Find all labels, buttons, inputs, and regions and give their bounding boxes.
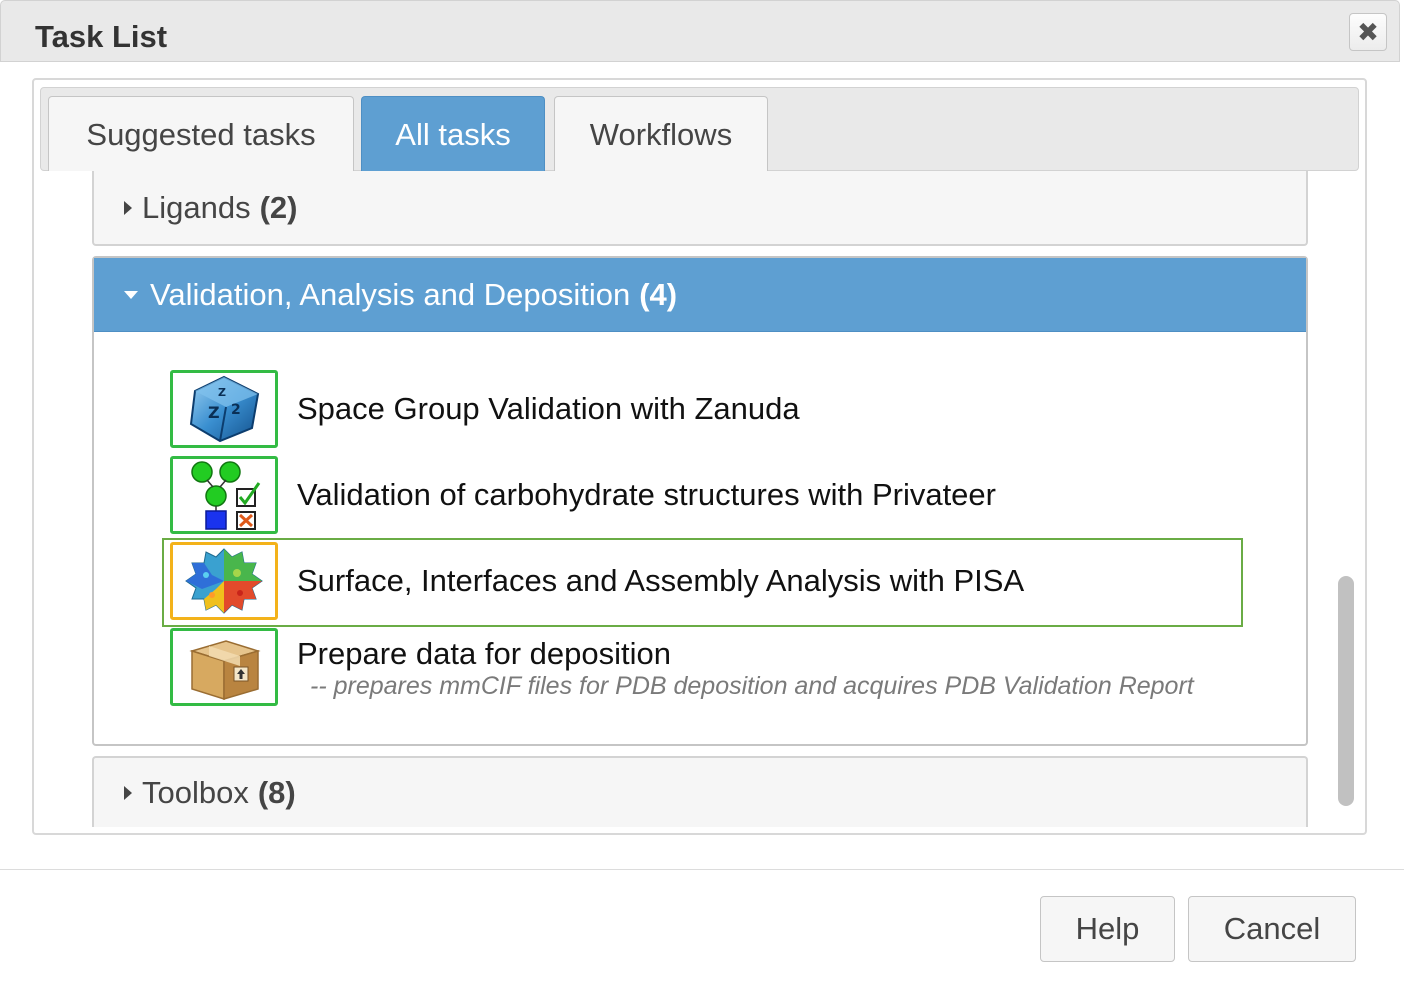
tab-all-tasks[interactable]: All tasks [361,96,545,172]
close-icon: ✖ [1357,16,1379,47]
section-ligands[interactable]: Ligands (2) [92,171,1308,246]
collapsed-arrow-icon [124,200,132,215]
task-label: Validation of carbohydrate structures wi… [297,477,996,512]
expanded-arrow-icon [124,290,138,299]
deposition-box-icon [170,628,278,706]
svg-text:2: 2 [231,402,241,418]
section-validation-count: (4) [639,276,678,312]
section-toolbox-count: (8) [257,775,296,810]
section-toolbox-label: Toolbox [142,775,249,810]
svg-text:Z: Z [218,386,226,399]
pisa-surface-icon [170,542,278,620]
section-validation-header[interactable]: Validation, Analysis and Deposition (4) [94,258,1306,332]
dialog-title: Task List [35,19,168,54]
section-toolbox[interactable]: Toolbox (8) [92,756,1308,827]
svg-text:Z: Z [208,403,220,422]
task-label: Surface, Interfaces and Assembly Analysi… [297,563,1025,598]
help-button[interactable]: Help [1040,896,1175,962]
section-ligands-count: (2) [259,189,298,225]
section-ligands-label: Ligands [142,189,251,225]
privateer-glycan-icon [170,456,278,534]
task-subtitle: -- prepares mmCIF files for PDB depositi… [310,672,1194,700]
task-list-dialog: Task List ✖ Suggested tasks All tasks Wo… [0,0,1404,982]
tab-workflows[interactable]: Workflows [554,96,768,172]
cancel-button[interactable]: Cancel [1188,896,1356,962]
collapsed-arrow-icon [124,786,132,800]
section-validation-label: Validation, Analysis and Deposition [150,276,631,312]
task-label: Prepare data for deposition [297,636,671,671]
task-item-zanuda[interactable]: Z 2 Z Space Group Validation with Zanuda [170,370,800,448]
zanuda-dice-icon: Z 2 Z [170,370,278,448]
section-ligands-header[interactable]: Ligands (2) [94,171,1306,244]
close-button[interactable]: ✖ [1349,13,1387,51]
task-item-privateer[interactable]: Validation of carbohydrate structures wi… [170,456,996,534]
dialog-titlebar[interactable]: Task List ✖ [0,0,1400,62]
scrollbar-thumb[interactable] [1338,576,1354,806]
tab-suggested-tasks[interactable]: Suggested tasks [48,96,354,172]
section-toolbox-header[interactable]: Toolbox (8) [94,758,1306,828]
footer-divider [0,869,1404,870]
task-label: Space Group Validation with Zanuda [297,391,800,426]
task-item-pisa[interactable]: Surface, Interfaces and Assembly Analysi… [170,542,1024,620]
